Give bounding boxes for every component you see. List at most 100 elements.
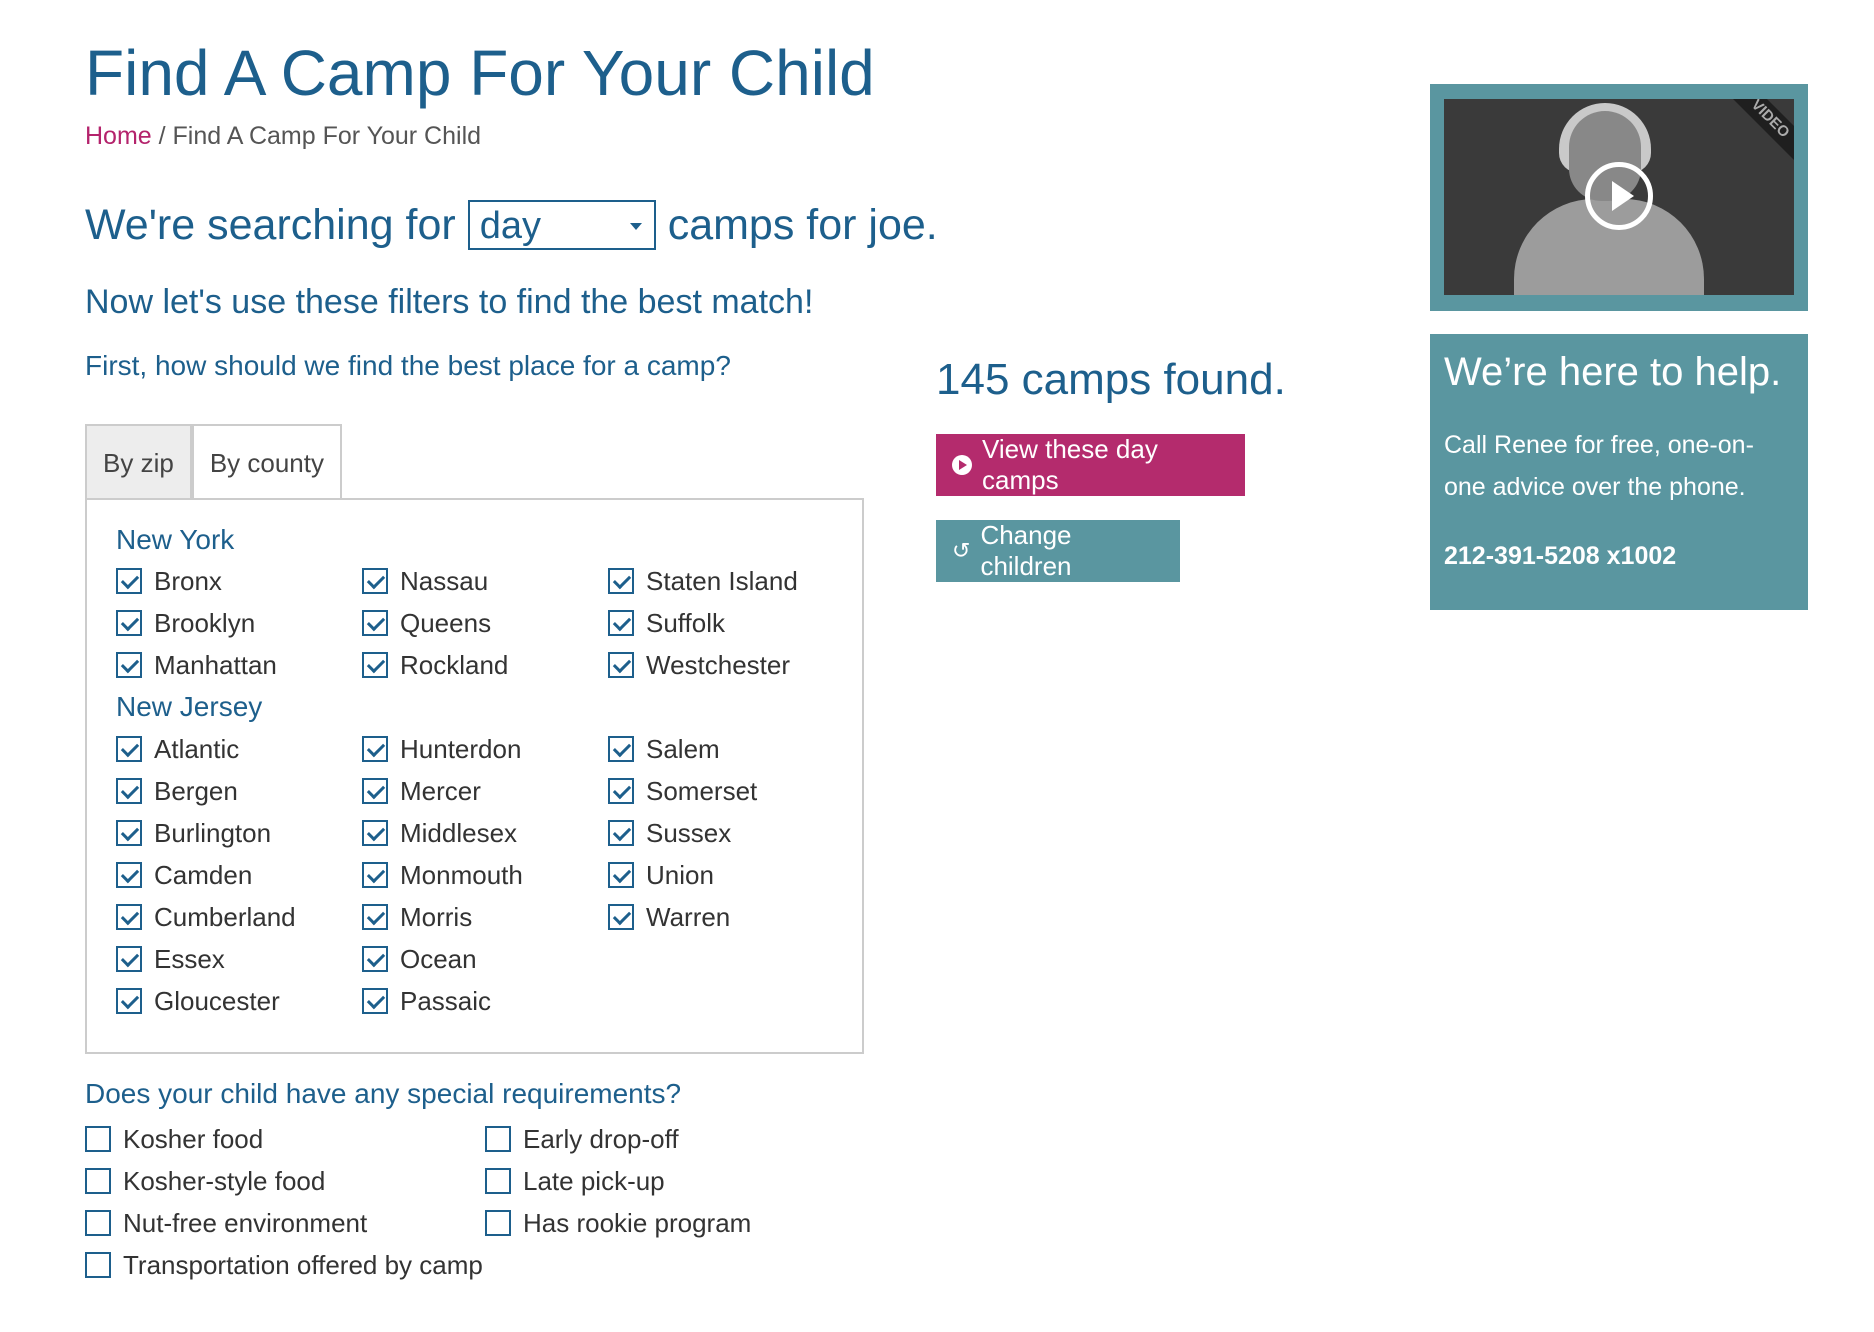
checkbox-checked-icon[interactable] [362,988,388,1014]
checkbox-label: Ocean [400,943,477,974]
checkbox-item-somerset[interactable]: Somerset [608,770,854,812]
checkbox-item-westchester[interactable]: Westchester [608,644,854,686]
checkbox-checked-icon[interactable] [116,610,142,636]
checkbox-item-sussex[interactable]: Sussex [608,812,854,854]
change-children-button[interactable]: ↺ Change children [936,520,1180,582]
breadcrumb: Home / Find A Camp For Your Child [85,122,481,151]
checkbox-item-kosher-style-food[interactable]: Kosher-style food [85,1160,485,1202]
checkbox-checked-icon[interactable] [362,736,388,762]
checkbox-item-kosher-food[interactable]: Kosher food [85,1118,485,1160]
checkbox-item-early-drop-off[interactable]: Early drop-off [485,1118,785,1160]
checkbox-checked-icon[interactable] [116,778,142,804]
checkbox-item-manhattan[interactable]: Manhattan [116,644,362,686]
checkbox-item-union[interactable]: Union [608,854,854,896]
help-heading: We’re here to help. [1444,350,1782,394]
checkbox-checked-icon[interactable] [608,736,634,762]
checkbox-checked-icon[interactable] [608,610,634,636]
checkbox-checked-icon[interactable] [116,988,142,1014]
checkbox-label: Passaic [400,985,492,1016]
checkbox-item-late-pick-up[interactable]: Late pick-up [485,1160,785,1202]
view-day-camps-button[interactable]: View these day camps [936,434,1245,496]
breadcrumb-home-link[interactable]: Home [85,122,152,150]
video-player[interactable]: VIDEO [1444,99,1794,295]
empty-cell [608,980,854,1022]
checkbox-checked-icon[interactable] [116,862,142,888]
region-label-new-jersey: New Jersey [116,691,263,722]
video-frame: VIDEO [1430,84,1808,311]
checkbox-item-gloucester[interactable]: Gloucester [116,980,362,1022]
checkbox-icon[interactable] [85,1168,111,1194]
checkbox-item-ocean[interactable]: Ocean [362,938,608,980]
checkbox-item-cumberland[interactable]: Cumberland [116,896,362,938]
checkbox-checked-icon[interactable] [362,862,388,888]
play-icon[interactable] [1585,162,1653,230]
checkbox-item-suffolk[interactable]: Suffolk [608,602,854,644]
filters-subheading: Now let's use these filters to find the … [85,283,814,321]
checkbox-item-bergen[interactable]: Bergen [116,770,362,812]
checkbox-item-rockland[interactable]: Rockland [362,644,608,686]
checkbox-checked-icon[interactable] [362,820,388,846]
help-phone[interactable]: 212-391-5208 x1002 [1444,542,1794,571]
checkbox-icon[interactable] [485,1210,511,1236]
checkbox-checked-icon[interactable] [116,904,142,930]
checkbox-item-brooklyn[interactable]: Brooklyn [116,602,362,644]
checkbox-checked-icon[interactable] [362,946,388,972]
checkbox-checked-icon[interactable] [362,778,388,804]
checkbox-checked-icon[interactable] [608,652,634,678]
page-title: Find A Camp For Your Child [85,37,875,109]
checkbox-label: Transportation offered by camp [123,1249,483,1280]
tab-by-county[interactable]: By county [191,424,342,498]
search-sentence: We're searching for day camps for joe. [85,200,938,250]
checkbox-label: Nut-free environment [123,1207,368,1238]
checkbox-icon[interactable] [85,1126,111,1152]
camp-type-select[interactable]: day [467,200,656,250]
checkbox-icon[interactable] [85,1252,111,1278]
checkbox-item-queens[interactable]: Queens [362,602,608,644]
checkbox-label: Union [646,859,714,890]
checkbox-icon[interactable] [485,1168,511,1194]
checkbox-item-burlington[interactable]: Burlington [116,812,362,854]
checkbox-item-staten-island[interactable]: Staten Island [608,560,854,602]
checkbox-checked-icon[interactable] [116,736,142,762]
checkbox-item-camden[interactable]: Camden [116,854,362,896]
checkbox-item-bronx[interactable]: Bronx [116,560,362,602]
checkbox-checked-icon[interactable] [608,568,634,594]
checkbox-label: Mercer [400,775,481,806]
checkbox-item-essex[interactable]: Essex [116,938,362,980]
checkbox-item-atlantic[interactable]: Atlantic [116,728,362,770]
checkbox-checked-icon[interactable] [362,568,388,594]
checkbox-item-nassau[interactable]: Nassau [362,560,608,602]
checkbox-checked-icon[interactable] [362,610,388,636]
checkbox-item-has-rookie-program[interactable]: Has rookie program [485,1202,785,1244]
checkbox-label: Has rookie program [523,1207,752,1238]
checkbox-item-morris[interactable]: Morris [362,896,608,938]
checkbox-item-passaic[interactable]: Passaic [362,980,608,1022]
checkbox-item-nut-free-environment[interactable]: Nut-free environment [85,1202,485,1244]
checkbox-checked-icon[interactable] [608,820,634,846]
checkbox-checked-icon[interactable] [608,862,634,888]
checkbox-checked-icon[interactable] [608,904,634,930]
checkbox-icon[interactable] [85,1210,111,1236]
checkbox-checked-icon[interactable] [116,946,142,972]
checkbox-item-mercer[interactable]: Mercer [362,770,608,812]
help-text: Call Renee for free, one-on-one advice o… [1444,431,1754,501]
checkbox-item-monmouth[interactable]: Monmouth [362,854,608,896]
checkbox-checked-icon[interactable] [116,568,142,594]
checkbox-item-middlesex[interactable]: Middlesex [362,812,608,854]
search-prefix: We're searching for [85,200,456,249]
checkbox-label: Hunterdon [400,733,522,764]
checkbox-checked-icon[interactable] [608,778,634,804]
checkbox-checked-icon[interactable] [116,820,142,846]
checkbox-icon[interactable] [485,1126,511,1152]
new-york-county-grid: Bronx Nassau Staten Island Brooklyn Queens Su… [116,560,854,686]
checkbox-item-warren[interactable]: Warren [608,896,854,938]
checkbox-checked-icon[interactable] [362,904,388,930]
checkbox-item-transportation-offered-by-camp[interactable]: Transportation offered by camp [85,1244,485,1286]
checkbox-checked-icon[interactable] [362,652,388,678]
checkbox-label: Kosher food [123,1123,264,1154]
checkbox-item-hunterdon[interactable]: Hunterdon [362,728,608,770]
arrow-circle-right-icon [952,455,972,475]
tab-by-zip[interactable]: By zip [85,424,192,498]
checkbox-item-salem[interactable]: Salem [608,728,854,770]
checkbox-checked-icon[interactable] [116,652,142,678]
